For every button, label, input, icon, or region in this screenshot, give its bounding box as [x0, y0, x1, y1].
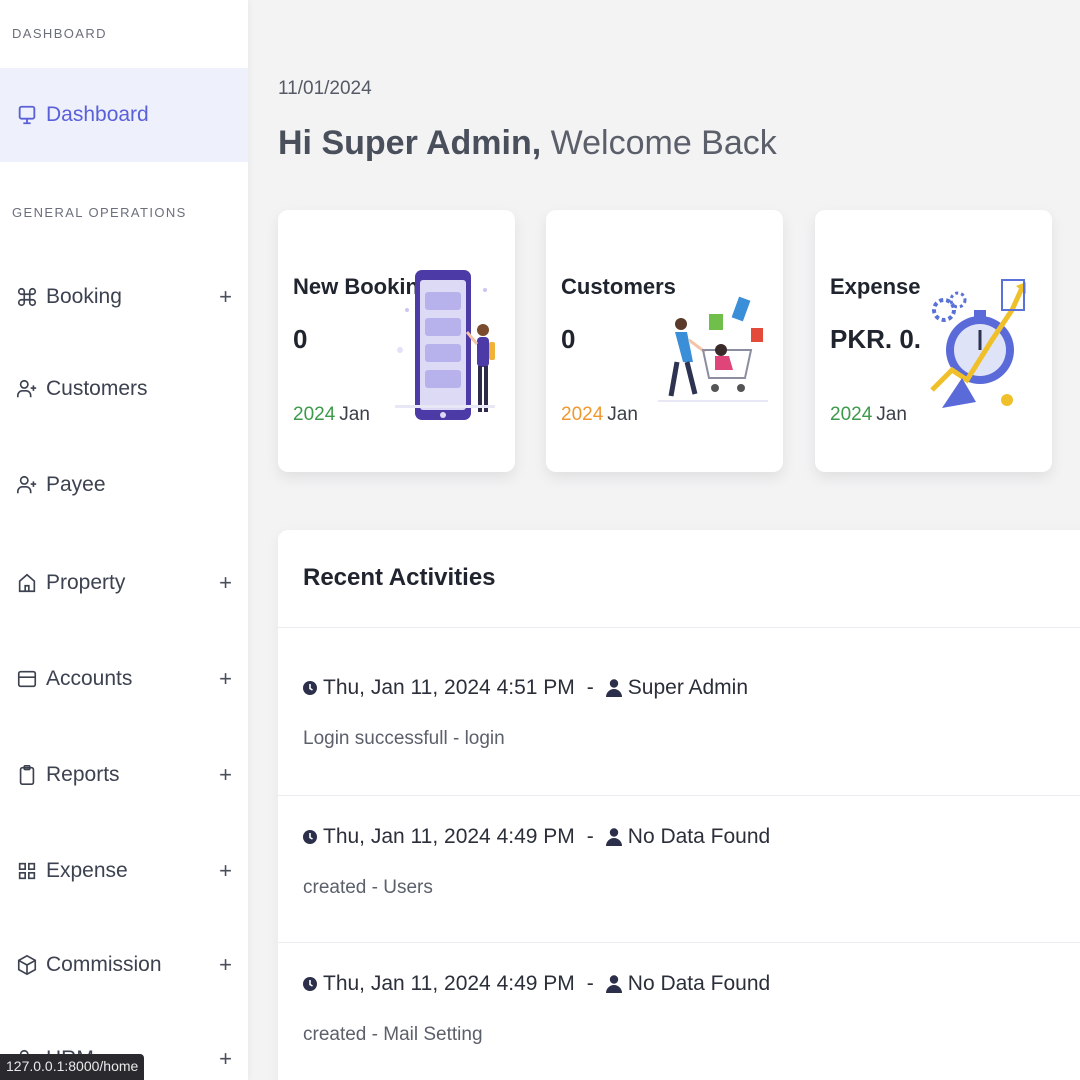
sidebar: DASHBOARD Dashboard GENERAL OPERATIONS B…	[0, 0, 248, 1080]
main-content: 11/01/2024 Hi Super Admin, Welcome Back …	[248, 0, 1080, 1080]
user-icon	[605, 679, 622, 697]
sidebar-item-label: Dashboard	[46, 103, 149, 126]
activity-user: No Data Found	[627, 972, 771, 995]
box-icon	[16, 954, 38, 976]
user-plus-icon	[16, 378, 38, 400]
card-value: 0	[561, 324, 576, 354]
expand-plus-icon[interactable]: +	[219, 1046, 232, 1072]
card-year: 2024	[293, 404, 336, 425]
card-month: Jan	[876, 404, 907, 425]
page-title: Hi Super Admin, Welcome Back	[278, 124, 777, 163]
stopwatch-chart-illustration	[930, 279, 1026, 408]
recent-activities-panel: Recent Activities Thu, Jan 11, 2024 4:51…	[278, 530, 1080, 1080]
activity-description: Login successfull - login	[303, 728, 505, 749]
clock-icon	[303, 977, 317, 991]
user-icon	[605, 975, 622, 993]
shopping-cart-illustration	[658, 296, 768, 402]
expand-plus-icon[interactable]: +	[219, 570, 232, 596]
activity-item: Thu, Jan 11, 2024 4:49 PM - No Data Foun…	[303, 972, 1080, 1046]
card-period: 2024 Jan	[293, 404, 370, 426]
card-value: PKR. 0.	[830, 324, 922, 354]
activity-user: No Data Found	[627, 825, 771, 848]
status-url-tooltip: 127.0.0.1:8000/home	[0, 1054, 145, 1080]
section-label-general-operations: GENERAL OPERATIONS	[12, 205, 187, 220]
sidebar-item-customers[interactable]: Customers	[0, 342, 248, 436]
user-plus-icon	[16, 474, 38, 496]
monitor-icon	[16, 104, 38, 126]
sidebar-item-label: Booking	[46, 285, 122, 308]
stat-card-expense[interactable]: Expense PKR. 0. 2024 Jan	[815, 210, 1052, 472]
sidebar-item-reports[interactable]: Reports +	[0, 728, 248, 822]
activity-description: created - Mail Setting	[303, 1024, 483, 1045]
sidebar-item-label: Expense	[46, 859, 128, 882]
expand-plus-icon[interactable]: +	[219, 858, 232, 884]
activity-time: Thu, Jan 11, 2024 4:51 PM	[323, 676, 575, 699]
sidebar-item-label: Reports	[46, 763, 120, 786]
sidebar-item-dashboard[interactable]: Dashboard	[0, 68, 248, 162]
activity-description: created - Users	[303, 877, 433, 898]
activity-separator: -	[586, 972, 594, 995]
card-year: 2024	[830, 404, 873, 425]
command-icon	[16, 286, 38, 308]
user-icon	[605, 828, 622, 846]
card-year: 2024	[561, 404, 604, 425]
activity-user: Super Admin	[627, 676, 749, 699]
stat-card-new-booking[interactable]: New Booking 0 2024 Jan	[278, 210, 515, 472]
expand-plus-icon[interactable]: +	[219, 284, 232, 310]
activity-item: Thu, Jan 11, 2024 4:51 PM - Super Admin …	[303, 676, 1080, 750]
activity-time: Thu, Jan 11, 2024 4:49 PM	[323, 825, 575, 848]
grid-icon	[16, 860, 38, 882]
booking-phone-illustration	[395, 270, 495, 420]
sidebar-item-booking[interactable]: Booking +	[0, 250, 248, 344]
card-title: Expense	[830, 274, 921, 299]
greeting-rest: Welcome Back	[541, 124, 777, 162]
activity-item: Thu, Jan 11, 2024 4:49 PM - No Data Foun…	[303, 825, 1080, 899]
divider	[278, 942, 1080, 943]
divider	[278, 627, 1080, 628]
current-date: 11/01/2024	[278, 78, 372, 99]
sidebar-item-property[interactable]: Property +	[0, 536, 248, 630]
panel-title: Recent Activities	[303, 564, 496, 591]
sidebar-item-payee[interactable]: Payee	[0, 438, 248, 532]
expand-plus-icon[interactable]: +	[219, 952, 232, 978]
sidebar-item-label: Accounts	[46, 667, 133, 690]
activity-separator: -	[586, 676, 594, 699]
card-period: 2024 Jan	[561, 404, 638, 426]
expand-plus-icon[interactable]: +	[219, 762, 232, 788]
card-period: 2024 Jan	[830, 404, 907, 426]
activity-separator: -	[586, 825, 594, 848]
section-label-dashboard: DASHBOARD	[12, 26, 107, 41]
sidebar-item-label: Property	[46, 571, 126, 594]
clock-icon	[303, 681, 317, 695]
clock-icon	[303, 830, 317, 844]
sidebar-item-label: Payee	[46, 473, 106, 496]
card-month: Jan	[607, 404, 638, 425]
sidebar-item-label: Commission	[46, 953, 162, 976]
activity-meta: Thu, Jan 11, 2024 4:49 PM - No Data Foun…	[303, 972, 1080, 996]
sidebar-item-accounts[interactable]: Accounts +	[0, 632, 248, 726]
sidebar-item-commission[interactable]: Commission +	[0, 918, 248, 1012]
greeting-name: Hi Super Admin,	[278, 124, 542, 162]
stat-card-customers[interactable]: Customers 0 2024 Jan	[546, 210, 783, 472]
card-icon	[16, 668, 38, 690]
activity-meta: Thu, Jan 11, 2024 4:51 PM - Super Admin	[303, 676, 1080, 700]
activity-meta: Thu, Jan 11, 2024 4:49 PM - No Data Foun…	[303, 825, 1080, 849]
home-icon	[16, 572, 38, 594]
expand-plus-icon[interactable]: +	[219, 666, 232, 692]
divider	[278, 795, 1080, 796]
sidebar-item-expense[interactable]: Expense +	[0, 824, 248, 918]
clipboard-icon	[16, 764, 38, 786]
card-month: Jan	[339, 404, 370, 425]
activity-time: Thu, Jan 11, 2024 4:49 PM	[323, 972, 575, 995]
card-value: 0	[293, 324, 308, 354]
sidebar-item-label: Customers	[46, 377, 148, 400]
